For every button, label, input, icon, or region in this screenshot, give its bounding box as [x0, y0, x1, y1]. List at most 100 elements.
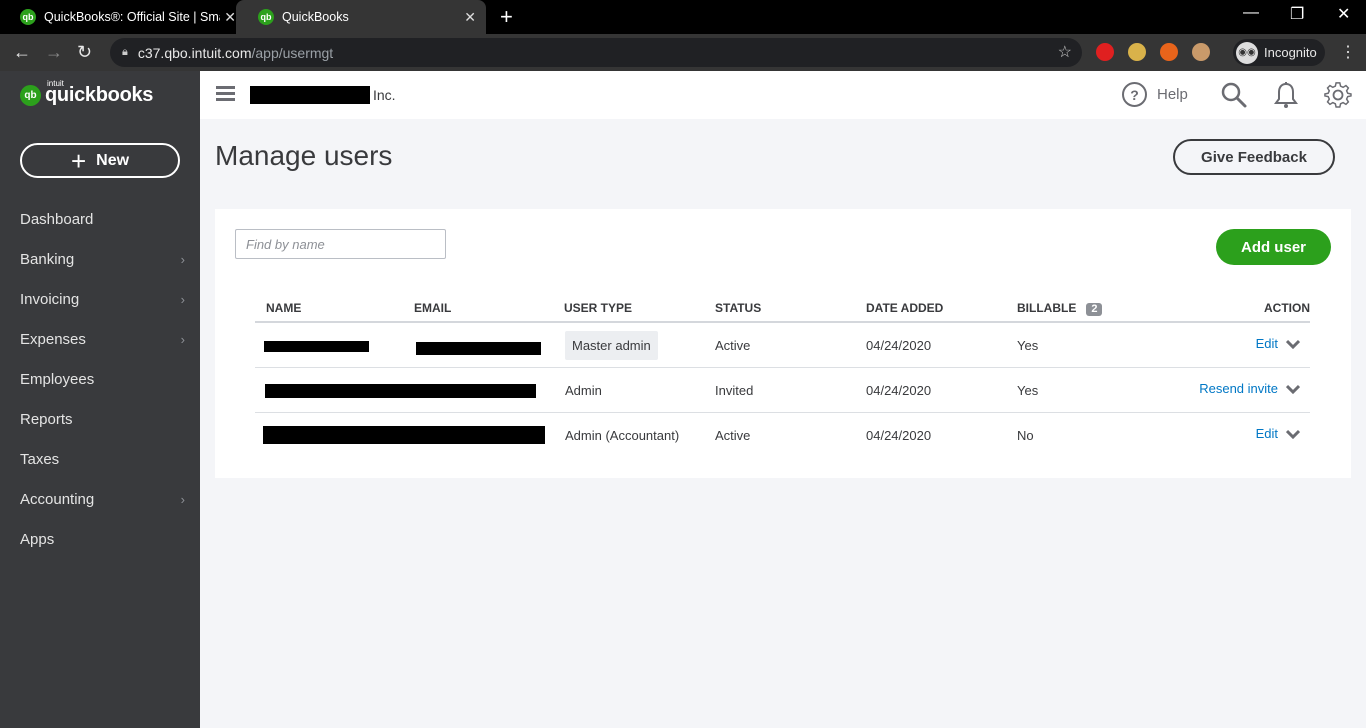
users-card: Add user NAME EMAIL USER TYPE STATUS DAT… [215, 209, 1351, 478]
incognito-profile-button[interactable]: ◉◉ Incognito [1233, 39, 1325, 66]
hamburger-menu-icon[interactable] [216, 86, 235, 102]
chevron-right-icon: › [180, 491, 185, 507]
column-header-date-added[interactable]: DATE ADDED [866, 301, 943, 315]
new-button[interactable]: + New [20, 143, 180, 178]
billable-cell: Yes [1017, 338, 1039, 353]
row-action: Edit [1256, 426, 1300, 441]
edit-link[interactable]: Edit [1256, 426, 1278, 441]
column-header-billable[interactable]: BILLABLE 2 [1017, 301, 1103, 316]
address-bar[interactable]: 🔒︎ c37.qbo.intuit.com/app/usermgt ☆ [110, 38, 1082, 67]
company-name-suffix: Inc. [373, 87, 396, 103]
billable-count-badge: 2 [1086, 303, 1103, 316]
restore-icon[interactable]: ❐ [1290, 4, 1304, 24]
sidebar-item-label: Banking [20, 250, 75, 268]
status-cell: Active [715, 428, 751, 443]
browser-tab[interactable]: qb QuickBooks®: Official Site | Smar ✕ [8, 0, 246, 34]
browser-menu-icon[interactable]: ⋮ [1340, 42, 1356, 62]
table-header: NAME EMAIL USER TYPE STATUS DATE ADDED B… [255, 294, 1310, 323]
row-action: Edit [1256, 336, 1300, 351]
name-redacted [264, 341, 369, 352]
sidebar-item-employees[interactable]: Employees [0, 359, 200, 399]
column-header-action: ACTION [1264, 301, 1310, 315]
incognito-label: Incognito [1264, 45, 1317, 60]
qb-favicon-icon: qb [258, 9, 274, 25]
chevron-right-icon: › [180, 291, 185, 307]
minimize-icon[interactable]: — [1243, 4, 1259, 22]
search-icon[interactable] [1220, 81, 1248, 109]
sidebar-nav: Dashboard Banking › Invoicing › Expenses › … [0, 199, 200, 559]
sidebar-item-banking[interactable]: Banking › [0, 239, 200, 279]
app-header: Inc. ? Help [200, 71, 1366, 119]
back-icon[interactable]: ← [13, 41, 31, 63]
bookmark-star-icon[interactable]: ☆ [1058, 42, 1072, 62]
status-cell: Active [715, 338, 751, 353]
sidebar-item-label: Employees [20, 370, 95, 388]
billable-label: BILLABLE [1017, 301, 1077, 315]
notes-extension-icon[interactable] [1128, 43, 1146, 61]
gear-icon[interactable] [1324, 81, 1352, 109]
column-header-status[interactable]: STATUS [715, 301, 761, 315]
chevron-right-icon: › [180, 331, 185, 347]
qb-favicon-icon: qb [20, 9, 36, 25]
billable-cell: Yes [1017, 383, 1039, 398]
sidebar-item-label: Reports [20, 410, 73, 428]
user-type-chip: Master admin [565, 331, 658, 360]
bell-icon[interactable] [1273, 81, 1299, 109]
column-header-user-type[interactable]: USER TYPE [564, 301, 632, 315]
sidebar-item-label: Apps [20, 530, 55, 548]
sidebar-item-dashboard[interactable]: Dashboard [0, 199, 200, 239]
find-by-name-input[interactable] [235, 229, 446, 259]
tab-title: QuickBooks®: Official Site | Smar [44, 10, 220, 24]
new-tab-button[interactable]: + [500, 5, 513, 29]
help-button[interactable]: ? Help [1122, 82, 1188, 107]
close-tab-icon[interactable]: ✕ [224, 9, 236, 26]
avatar-extension-icon[interactable] [1192, 43, 1210, 61]
edit-link[interactable]: Edit [1256, 336, 1278, 351]
add-user-button[interactable]: Add user [1216, 229, 1331, 265]
table-row: Admin (Accountant) Active 04/24/2020 No … [255, 413, 1310, 458]
chevron-down-icon[interactable] [1286, 429, 1300, 439]
plus-icon: + [70, 145, 87, 176]
chevron-down-icon[interactable] [1286, 339, 1300, 349]
reload-icon[interactable]: ↻ [77, 41, 92, 63]
table-row: Admin Invited 04/24/2020 Yes Resend invi… [255, 368, 1310, 413]
status-cell: Invited [715, 383, 754, 398]
help-question-icon: ? [1122, 82, 1147, 107]
sidebar-item-reports[interactable]: Reports [0, 399, 200, 439]
date-added-cell: 04/24/2020 [866, 428, 932, 443]
close-window-icon[interactable]: ✕ [1337, 4, 1350, 24]
lock-icon: 🔒︎ [122, 46, 128, 58]
sidebar-item-taxes[interactable]: Taxes [0, 439, 200, 479]
sidebar-item-label: Dashboard [20, 210, 94, 228]
user-type-cell: Admin [565, 383, 602, 398]
users-table: NAME EMAIL USER TYPE STATUS DATE ADDED B… [255, 294, 1310, 458]
tab-title: QuickBooks [282, 10, 349, 24]
browser-tab-active[interactable]: qb QuickBooks ✕ [236, 0, 486, 34]
sidebar-item-label: Invoicing [20, 290, 80, 308]
chevron-down-icon[interactable] [1286, 384, 1300, 394]
adblock-extension-icon[interactable] [1096, 43, 1114, 61]
chevron-right-icon: › [180, 251, 185, 267]
quickbooks-logo[interactable]: qb intuit quickbooks [20, 79, 153, 107]
browser-toolbar: ← → ↻ 🔒︎ c37.qbo.intuit.com/app/usermgt … [0, 34, 1366, 71]
sidebar-item-label: Accounting [20, 490, 95, 508]
name-email-redacted [263, 426, 545, 444]
fire-extension-icon[interactable] [1160, 43, 1178, 61]
help-label: Help [1157, 86, 1188, 103]
column-header-email[interactable]: EMAIL [414, 301, 451, 315]
close-tab-icon[interactable]: ✕ [464, 9, 476, 26]
sidebar-item-accounting[interactable]: Accounting › [0, 479, 200, 519]
url-path: /app/usermgt [251, 44, 334, 61]
resend-invite-link[interactable]: Resend invite [1199, 381, 1278, 396]
incognito-icon: ◉◉ [1236, 41, 1258, 64]
sidebar-item-label: Taxes [20, 450, 60, 468]
sidebar-item-expenses[interactable]: Expenses › [0, 319, 200, 359]
name-email-redacted [265, 384, 536, 398]
sidebar-item-invoicing[interactable]: Invoicing › [0, 279, 200, 319]
column-header-name[interactable]: NAME [266, 301, 301, 315]
sidebar-item-apps[interactable]: Apps [0, 519, 200, 559]
give-feedback-button[interactable]: Give Feedback [1173, 139, 1335, 175]
forward-icon[interactable]: → [45, 41, 63, 63]
user-type-cell: Admin (Accountant) [565, 428, 680, 443]
page-title: Manage users [215, 140, 393, 171]
